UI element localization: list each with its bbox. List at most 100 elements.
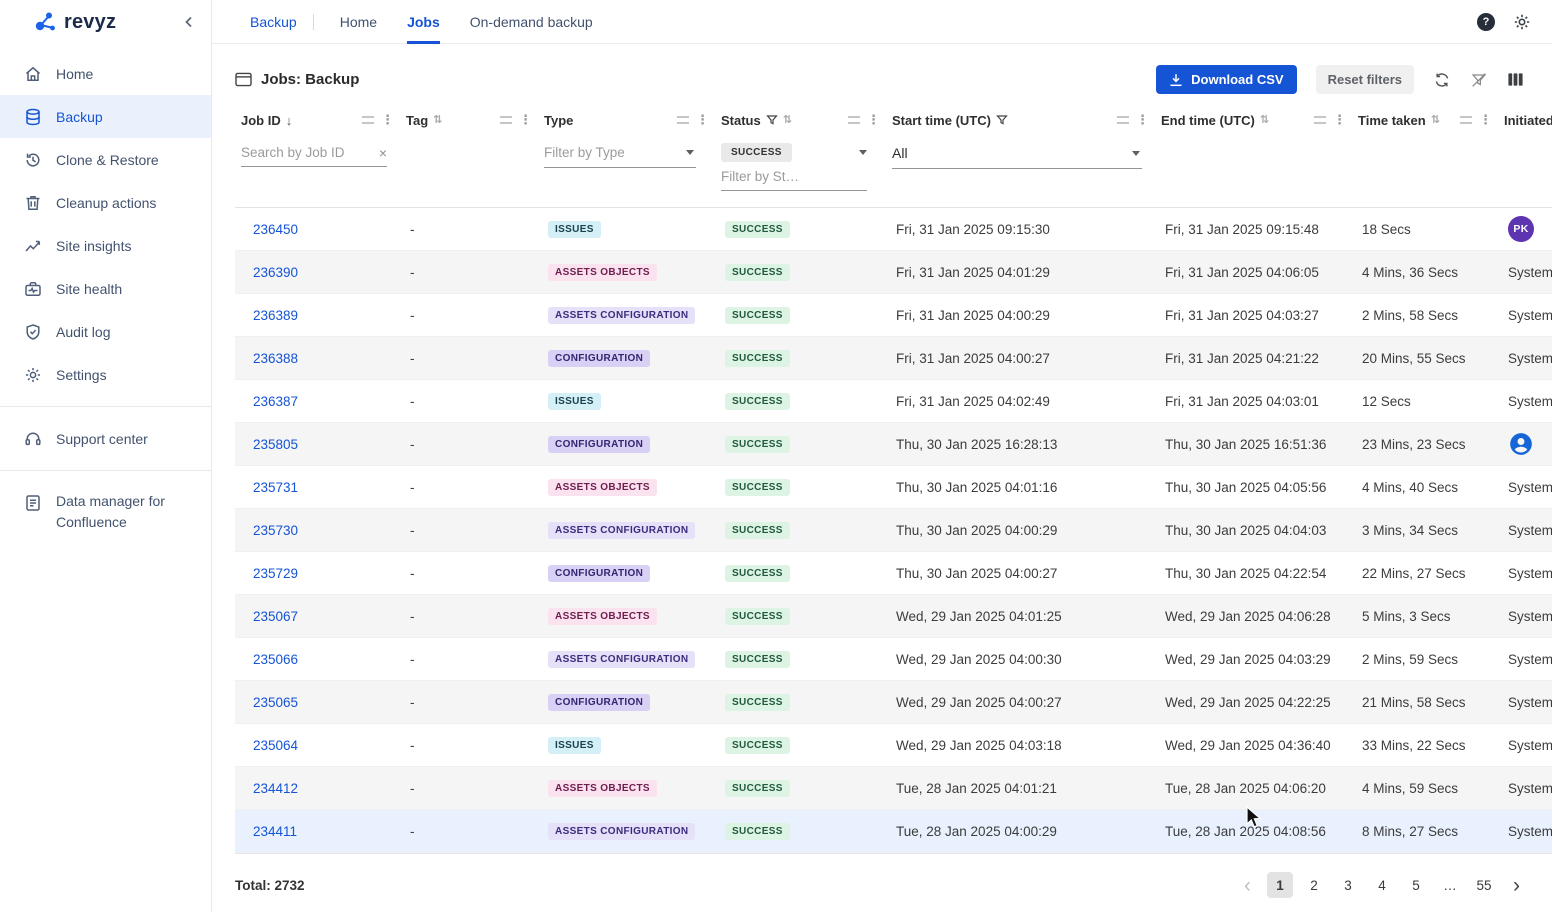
page-button-3[interactable]: 3 bbox=[1335, 872, 1361, 898]
drag-handle-icon[interactable] bbox=[1314, 116, 1326, 124]
table-row[interactable]: 235729 - CONFIGURATION SUCCESS Thu, 30 J… bbox=[235, 552, 1552, 595]
initiator-avatar[interactable]: PK bbox=[1508, 216, 1534, 242]
sidebar-item-site-health[interactable]: Site health bbox=[0, 267, 211, 310]
table-row[interactable]: 235065 - CONFIGURATION SUCCESS Wed, 29 J… bbox=[235, 681, 1552, 724]
tab-backup[interactable]: Backup bbox=[250, 0, 297, 44]
job-id-link[interactable]: 235064 bbox=[253, 738, 298, 753]
job-id-link[interactable]: 235067 bbox=[253, 609, 298, 624]
drag-handle-icon[interactable] bbox=[677, 116, 689, 124]
sidebar-item-clone-restore[interactable]: Clone & Restore bbox=[0, 138, 211, 181]
sidebar-item-cleanup-actions[interactable]: Cleanup actions bbox=[0, 181, 211, 224]
table-row[interactable]: 235805 - CONFIGURATION SUCCESS Thu, 30 J… bbox=[235, 423, 1552, 466]
tab-home[interactable]: Home bbox=[340, 0, 377, 44]
sidebar-item-support-center[interactable]: Support center bbox=[0, 417, 211, 460]
settings-icon[interactable] bbox=[1512, 12, 1532, 32]
table-row[interactable]: 236389 - ASSETS CONFIGURATION SUCCESS Fr… bbox=[235, 294, 1552, 337]
job-id-link[interactable]: 235729 bbox=[253, 566, 298, 581]
tab-jobs[interactable]: Jobs bbox=[407, 0, 440, 44]
filter-off-icon[interactable] bbox=[1470, 71, 1488, 89]
column-menu-icon[interactable]: ⋮ bbox=[1134, 112, 1151, 128]
page-button-1[interactable]: 1 bbox=[1267, 872, 1293, 898]
job-id-link[interactable]: 234411 bbox=[253, 824, 297, 839]
table-row[interactable]: 234411 - ASSETS CONFIGURATION SUCCESS Tu… bbox=[235, 810, 1552, 853]
help-icon[interactable]: ? bbox=[1477, 13, 1495, 31]
job-id-link[interactable]: 234412 bbox=[253, 781, 298, 796]
table-row[interactable]: 236390 - ASSETS OBJECTS SUCCESS Fri, 31 … bbox=[235, 251, 1552, 294]
column-header-initiated-by[interactable]: Initiated by bbox=[1498, 105, 1552, 135]
column-header-time-taken[interactable]: Time taken ⇅ ⋮ bbox=[1352, 105, 1498, 135]
column-menu-icon[interactable]: ⋮ bbox=[1477, 112, 1494, 128]
column-menu-icon[interactable]: ⋮ bbox=[694, 112, 711, 128]
page-button-2[interactable]: 2 bbox=[1301, 872, 1327, 898]
table-row[interactable]: 236450 - ISSUES SUCCESS Fri, 31 Jan 2025… bbox=[235, 208, 1552, 251]
table-row[interactable]: 235730 - ASSETS CONFIGURATION SUCCESS Th… bbox=[235, 509, 1552, 552]
columns-icon[interactable] bbox=[1507, 71, 1524, 88]
start-time-filter[interactable]: All bbox=[892, 141, 1142, 169]
column-header-end-time[interactable]: End time (UTC) ⇅ ⋮ bbox=[1155, 105, 1352, 135]
download-csv-button[interactable]: Download CSV bbox=[1156, 65, 1296, 94]
status-filter-input[interactable] bbox=[721, 165, 867, 191]
column-header-tag[interactable]: Tag ⇅ ⋮ bbox=[400, 105, 538, 135]
page-button-55[interactable]: 55 bbox=[1471, 872, 1497, 898]
sort-icon[interactable]: ⇅ bbox=[1260, 115, 1269, 126]
sidebar-item-site-insights[interactable]: Site insights bbox=[0, 224, 211, 267]
sidebar-item-backup[interactable]: Backup bbox=[0, 95, 211, 138]
table-row[interactable]: 234412 - ASSETS OBJECTS SUCCESS Tue, 28 … bbox=[235, 767, 1552, 810]
sidebar-item-settings[interactable]: Settings bbox=[0, 353, 211, 396]
table-row[interactable]: 236387 - ISSUES SUCCESS Fri, 31 Jan 2025… bbox=[235, 380, 1552, 423]
column-menu-icon[interactable]: ⋮ bbox=[379, 112, 396, 128]
sidebar-item-home[interactable]: Home bbox=[0, 52, 211, 95]
table-row[interactable]: 236388 - CONFIGURATION SUCCESS Fri, 31 J… bbox=[235, 337, 1552, 380]
column-header-type[interactable]: Type ⋮ bbox=[538, 105, 715, 135]
job-id-link[interactable]: 236390 bbox=[253, 265, 298, 280]
user-avatar-icon[interactable] bbox=[1508, 431, 1552, 457]
table-row[interactable]: 235731 - ASSETS OBJECTS SUCCESS Thu, 30 … bbox=[235, 466, 1552, 509]
job-id-link[interactable]: 235065 bbox=[253, 695, 298, 710]
sidebar-item-audit-log[interactable]: Audit log bbox=[0, 310, 211, 353]
job-id-link[interactable]: 236450 bbox=[253, 222, 298, 237]
drag-handle-icon[interactable] bbox=[848, 116, 860, 124]
filter-funnel-icon[interactable] bbox=[996, 114, 1008, 126]
sort-icon[interactable]: ⇅ bbox=[783, 115, 792, 126]
filter-funnel-icon[interactable] bbox=[766, 114, 778, 126]
sort-icon[interactable]: ⇅ bbox=[433, 115, 442, 126]
sidebar-item-data-manager[interactable]: Data manager for Confluence bbox=[0, 481, 211, 543]
chevron-down-icon[interactable] bbox=[859, 150, 867, 155]
job-id-link[interactable]: 236388 bbox=[253, 351, 298, 366]
job-id-link[interactable]: 236387 bbox=[253, 394, 298, 409]
status-badge: SUCCESS bbox=[725, 264, 790, 281]
page-button-4[interactable]: 4 bbox=[1369, 872, 1395, 898]
table-row[interactable]: 235064 - ISSUES SUCCESS Wed, 29 Jan 2025… bbox=[235, 724, 1552, 767]
job-id-search-input[interactable] bbox=[241, 141, 387, 167]
drag-handle-icon[interactable] bbox=[1117, 116, 1129, 124]
column-menu-icon[interactable]: ⋮ bbox=[1331, 112, 1348, 128]
tab-on-demand-backup[interactable]: On-demand backup bbox=[470, 0, 593, 44]
column-header-start-time[interactable]: Start time (UTC) ⋮ bbox=[886, 105, 1155, 135]
previous-page-icon[interactable]: ‹ bbox=[1236, 875, 1259, 896]
drag-handle-icon[interactable] bbox=[362, 116, 374, 124]
job-id-link[interactable]: 235805 bbox=[253, 437, 298, 452]
next-page-icon[interactable]: › bbox=[1505, 875, 1528, 896]
sort-desc-icon[interactable]: ↓ bbox=[286, 114, 293, 127]
reset-filters-button[interactable]: Reset filters bbox=[1316, 65, 1414, 94]
job-id-link[interactable]: 236389 bbox=[253, 308, 298, 323]
drag-handle-icon[interactable] bbox=[1460, 116, 1472, 124]
column-header-job-id[interactable]: Job ID ↓ ⋮ bbox=[235, 105, 400, 135]
table-row[interactable]: 235066 - ASSETS CONFIGURATION SUCCESS We… bbox=[235, 638, 1552, 681]
type-filter[interactable]: Filter by Type bbox=[544, 141, 696, 168]
drag-handle-icon[interactable] bbox=[500, 116, 512, 124]
column-menu-icon[interactable]: ⋮ bbox=[517, 112, 534, 128]
column-header-status[interactable]: Status ⇅ ⋮ bbox=[715, 105, 886, 135]
sidebar-collapse-icon[interactable] bbox=[181, 14, 197, 30]
table-row[interactable]: 235067 - ASSETS OBJECTS SUCCESS Wed, 29 … bbox=[235, 595, 1552, 638]
job-id-link[interactable]: 235066 bbox=[253, 652, 298, 667]
initiated-cell: PK bbox=[1498, 208, 1552, 251]
job-id-link[interactable]: 235731 bbox=[253, 480, 298, 495]
status-filter-chip[interactable]: SUCCESS bbox=[721, 143, 792, 162]
column-menu-icon[interactable]: ⋮ bbox=[865, 112, 882, 128]
page-button-5[interactable]: 5 bbox=[1403, 872, 1429, 898]
sort-icon[interactable]: ⇅ bbox=[1431, 115, 1440, 126]
refresh-icon[interactable] bbox=[1433, 71, 1451, 89]
clear-icon[interactable]: × bbox=[379, 146, 387, 160]
job-id-link[interactable]: 235730 bbox=[253, 523, 298, 538]
